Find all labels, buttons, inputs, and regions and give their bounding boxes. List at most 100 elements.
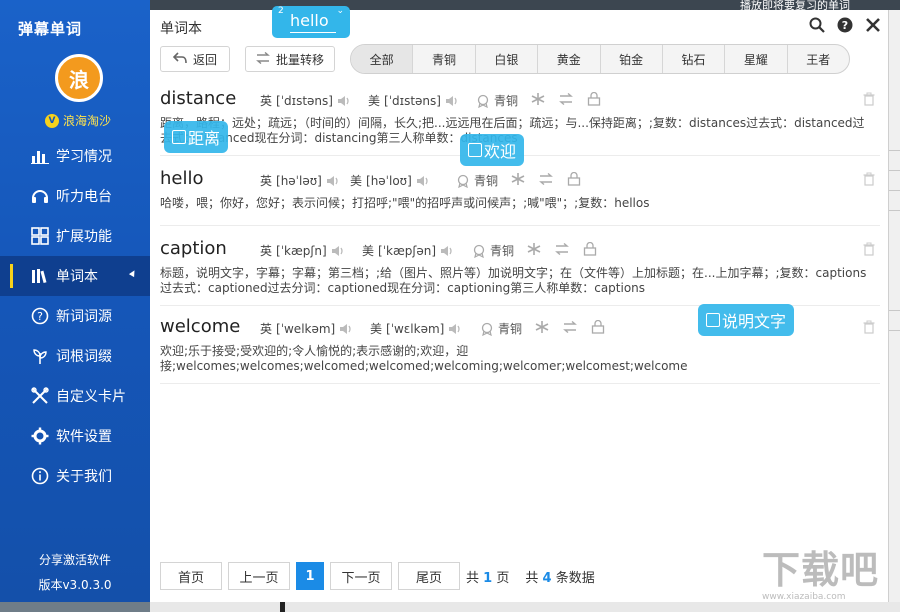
sidebar-item-custom-cards[interactable]: 自定义卡片 bbox=[0, 376, 150, 416]
speaker-icon[interactable] bbox=[416, 175, 430, 187]
trash-icon[interactable] bbox=[862, 242, 876, 256]
back-button-label: 返回 bbox=[193, 51, 217, 68]
sidebar-item-roots-affixes[interactable]: 词根词缀 bbox=[0, 336, 150, 376]
speaker-icon[interactable] bbox=[331, 245, 345, 257]
current-page-button[interactable]: 1 bbox=[296, 562, 324, 590]
danmaku-tip-caption[interactable]: 说明文字 bbox=[698, 304, 794, 336]
sidebar-item-settings[interactable]: 软件设置 bbox=[0, 416, 150, 456]
window-controls: ? bbox=[808, 16, 882, 34]
lock-icon[interactable] bbox=[590, 319, 606, 335]
chip-count: 2 bbox=[278, 6, 284, 16]
word-text: hello bbox=[160, 168, 204, 189]
list-item: hello 英[həˈləʊ] 美[həˈloʊ] 青铜 哈喽，喂；你好，您好；… bbox=[160, 156, 880, 226]
sidebar-item-study-status[interactable]: 学习情况 bbox=[0, 136, 150, 176]
word-definition: 欢迎;乐于接受;受欢迎的;令人愉悦的;表示感谢的;欢迎，迎 接;welcomes… bbox=[160, 344, 872, 374]
version-label: 版本v3.0.3.0 bbox=[0, 576, 150, 593]
transfer-icon[interactable] bbox=[554, 241, 570, 257]
transfer-icon[interactable] bbox=[538, 171, 554, 187]
sidebar-item-radio[interactable]: 听力电台 bbox=[0, 176, 150, 216]
danmaku-word-chip[interactable]: 2 hello ⌄ bbox=[272, 6, 350, 38]
tab-platinum[interactable]: 铂金 bbox=[601, 45, 663, 73]
speaker-icon[interactable] bbox=[337, 95, 351, 107]
svg-text:?: ? bbox=[842, 19, 848, 32]
sidebar-item-label: 自定义卡片 bbox=[56, 386, 126, 406]
grid-icon bbox=[30, 226, 50, 246]
headphones-icon bbox=[30, 186, 50, 206]
plant-icon bbox=[30, 346, 50, 366]
word-definition: 哈喽，喂；你好，您好；表示问候；打招呼;"喂"的招呼声或问候声；;喊"喂"；;复… bbox=[160, 196, 872, 211]
sidebar-item-label: 学习情况 bbox=[56, 146, 112, 166]
trash-icon[interactable] bbox=[862, 320, 876, 334]
speaker-icon[interactable] bbox=[448, 323, 462, 335]
split-icon[interactable] bbox=[530, 91, 546, 107]
lock-icon[interactable] bbox=[582, 241, 598, 257]
tab-gold[interactable]: 黄金 bbox=[538, 45, 600, 73]
split-icon[interactable] bbox=[526, 241, 542, 257]
prev-page-button[interactable]: 上一页 bbox=[228, 562, 290, 590]
sidebar-item-label: 词根词缀 bbox=[56, 346, 112, 366]
wordbook-panel: 单词本 2 hello ⌄ ? 返回 批量转移 全部 青铜 白银 黄金 铂金 bbox=[150, 10, 888, 602]
transfer-icon[interactable] bbox=[558, 91, 574, 107]
word-actions bbox=[530, 91, 602, 107]
sidebar-item-label: 软件设置 bbox=[56, 426, 112, 446]
word-definition: 标题，说明文字，字幕；字幕；第三档；;给（图片、照片等）加说明文字；在（文件等）… bbox=[160, 266, 872, 296]
next-page-button[interactable]: 下一页 bbox=[330, 562, 392, 590]
tab-bronze[interactable]: 青铜 bbox=[413, 45, 475, 73]
word-text: welcome bbox=[160, 316, 240, 337]
lock-icon[interactable] bbox=[566, 171, 582, 187]
word-actions bbox=[534, 319, 606, 335]
sidebar-item-label: 单词本 bbox=[56, 266, 98, 286]
tab-silver[interactable]: 白银 bbox=[476, 45, 538, 73]
danmaku-tip-distance[interactable]: 距离 bbox=[164, 121, 228, 153]
watermark-logo: 下载吧 www.xiazaiba.com bbox=[762, 548, 896, 612]
search-icon[interactable] bbox=[808, 16, 826, 34]
split-icon[interactable] bbox=[510, 171, 526, 187]
avatar[interactable]: 浪 bbox=[55, 54, 103, 102]
bar-chart-icon bbox=[30, 146, 50, 166]
tab-star[interactable]: 星耀 bbox=[725, 45, 787, 73]
trash-icon[interactable] bbox=[862, 92, 876, 106]
split-icon[interactable] bbox=[534, 319, 550, 335]
sidebar-item-extensions[interactable]: 扩展功能 bbox=[0, 216, 150, 256]
sidebar-item-about[interactable]: 关于我们 bbox=[0, 456, 150, 496]
medal-icon bbox=[480, 322, 494, 336]
record-total: 共 4 条数据 bbox=[525, 567, 594, 586]
sidebar-nav: 学习情况 听力电台 扩展功能 单词本 ? 新词词源 bbox=[0, 136, 150, 496]
svg-text:?: ? bbox=[37, 310, 43, 323]
speaker-icon[interactable] bbox=[440, 245, 454, 257]
word-actions bbox=[526, 241, 598, 257]
username[interactable]: 浪海淘沙 bbox=[63, 112, 111, 129]
tab-diamond[interactable]: 钻石 bbox=[663, 45, 725, 73]
page-total: 共 1 页 bbox=[466, 567, 509, 586]
sidebar-item-wordbook[interactable]: 单词本 bbox=[0, 256, 150, 296]
pagination: 首页 上一页 1 下一页 尾页 共 1 页 共 4 条数据 bbox=[160, 562, 595, 590]
speaker-icon[interactable] bbox=[339, 323, 353, 335]
sidebar-item-etymology[interactable]: ? 新词词源 bbox=[0, 296, 150, 336]
transfer-icon[interactable] bbox=[562, 319, 578, 335]
close-icon[interactable] bbox=[864, 16, 882, 34]
lock-icon[interactable] bbox=[586, 91, 602, 107]
chevron-down-icon[interactable]: ⌄ bbox=[336, 6, 344, 16]
tab-king[interactable]: 王者 bbox=[788, 45, 849, 73]
app-title: 弹幕单词 bbox=[18, 18, 82, 39]
level-filter-tabs: 全部 青铜 白银 黄金 铂金 钻石 星耀 王者 bbox=[350, 44, 850, 74]
back-button[interactable]: 返回 bbox=[160, 46, 230, 72]
first-page-button[interactable]: 首页 bbox=[160, 562, 222, 590]
speaker-icon[interactable] bbox=[445, 95, 459, 107]
tab-all[interactable]: 全部 bbox=[351, 45, 413, 73]
trash-icon[interactable] bbox=[862, 172, 876, 186]
share-activate-link[interactable]: 分享激活软件 bbox=[0, 551, 150, 568]
speaker-icon[interactable] bbox=[326, 175, 340, 187]
uk-phonetic: 英[ˈwelkəm] bbox=[260, 320, 353, 337]
back-arrow-icon bbox=[173, 52, 187, 67]
sidebar-item-label: 新词词源 bbox=[56, 306, 112, 326]
vip-badge-icon: V bbox=[45, 114, 59, 128]
help-icon[interactable]: ? bbox=[836, 16, 854, 34]
batch-transfer-button[interactable]: 批量转移 bbox=[245, 46, 335, 72]
uk-phonetic: 英[həˈləʊ] bbox=[260, 172, 340, 189]
last-page-button[interactable]: 尾页 bbox=[398, 562, 460, 590]
us-phonetic: 美[ˈkæpʃən] bbox=[362, 242, 454, 259]
danmaku-tip-welcome[interactable]: 欢迎 bbox=[460, 134, 524, 166]
us-phonetic: 美[ˈdɪstəns] bbox=[368, 92, 459, 109]
question-circle-icon: ? bbox=[30, 306, 50, 326]
